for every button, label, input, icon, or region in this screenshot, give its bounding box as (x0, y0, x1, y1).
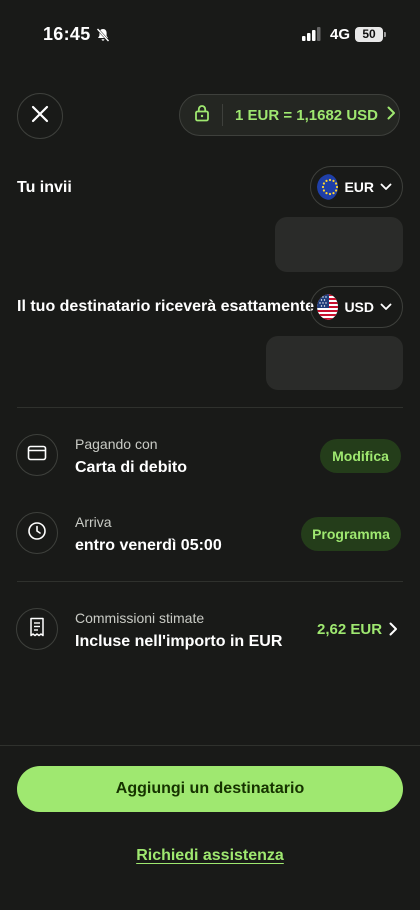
fees-value: Incluse nell'importo in EUR (75, 633, 283, 650)
schedule-button[interactable]: Programma (301, 517, 401, 551)
divider (222, 104, 223, 126)
card-icon-wrapper (16, 434, 58, 476)
chevron-down-icon (380, 298, 392, 316)
arrival-value: entro venerdì 05:00 (75, 537, 222, 554)
send-currency-code: EUR (344, 179, 374, 195)
help-link[interactable]: Richiedi assistenza (0, 847, 420, 865)
fees-amount[interactable]: 2,62 EUR (317, 621, 382, 638)
receive-currency-selector[interactable]: USD (310, 286, 403, 328)
divider (17, 407, 403, 408)
send-currency-selector[interactable]: EUR (310, 166, 403, 208)
send-label: Tu invii (17, 179, 72, 196)
status-time: 16:45 (43, 24, 91, 44)
close-button[interactable] (17, 93, 63, 139)
fees-subtitle: Commissioni stimate (75, 610, 205, 626)
send-amount-input[interactable] (275, 217, 403, 272)
status-bar: 16:45 4G 50 (0, 0, 420, 60)
receive-currency-code: USD (344, 299, 374, 315)
chevron-right-icon (386, 106, 396, 125)
battery-icon: 50 (355, 27, 383, 42)
footer-divider (0, 745, 420, 746)
receive-label: Il tuo destinatario riceverà esattamente (17, 298, 314, 315)
lock-icon (194, 104, 210, 127)
edit-payment-button[interactable]: Modifica (320, 439, 401, 473)
clock-icon (27, 521, 47, 546)
exchange-rate-button[interactable]: 1 EUR = 1,1682 USD (179, 94, 400, 136)
close-icon (31, 105, 49, 128)
network-type: 4G (330, 26, 351, 43)
battery-tip (384, 32, 386, 37)
payment-method-value: Carta di debito (75, 459, 188, 476)
bell-muted-icon (95, 27, 111, 48)
signal-icon (302, 27, 322, 46)
receive-amount-input[interactable] (266, 336, 403, 390)
receipt-icon-wrapper (16, 608, 58, 650)
receipt-icon (28, 617, 46, 642)
chevron-right-icon[interactable] (388, 622, 398, 641)
add-recipient-button[interactable]: Aggiungi un destinatario (17, 766, 403, 812)
arrival-subtitle: Arriva (75, 514, 112, 530)
us-flag-icon (317, 294, 339, 320)
payment-method-subtitle: Pagando con (75, 436, 158, 452)
card-icon (27, 445, 47, 466)
chevron-down-icon (380, 178, 392, 196)
divider (17, 581, 403, 582)
exchange-rate-text: 1 EUR = 1,1682 USD (235, 106, 378, 124)
eu-flag-icon (317, 174, 339, 200)
clock-icon-wrapper (16, 512, 58, 554)
